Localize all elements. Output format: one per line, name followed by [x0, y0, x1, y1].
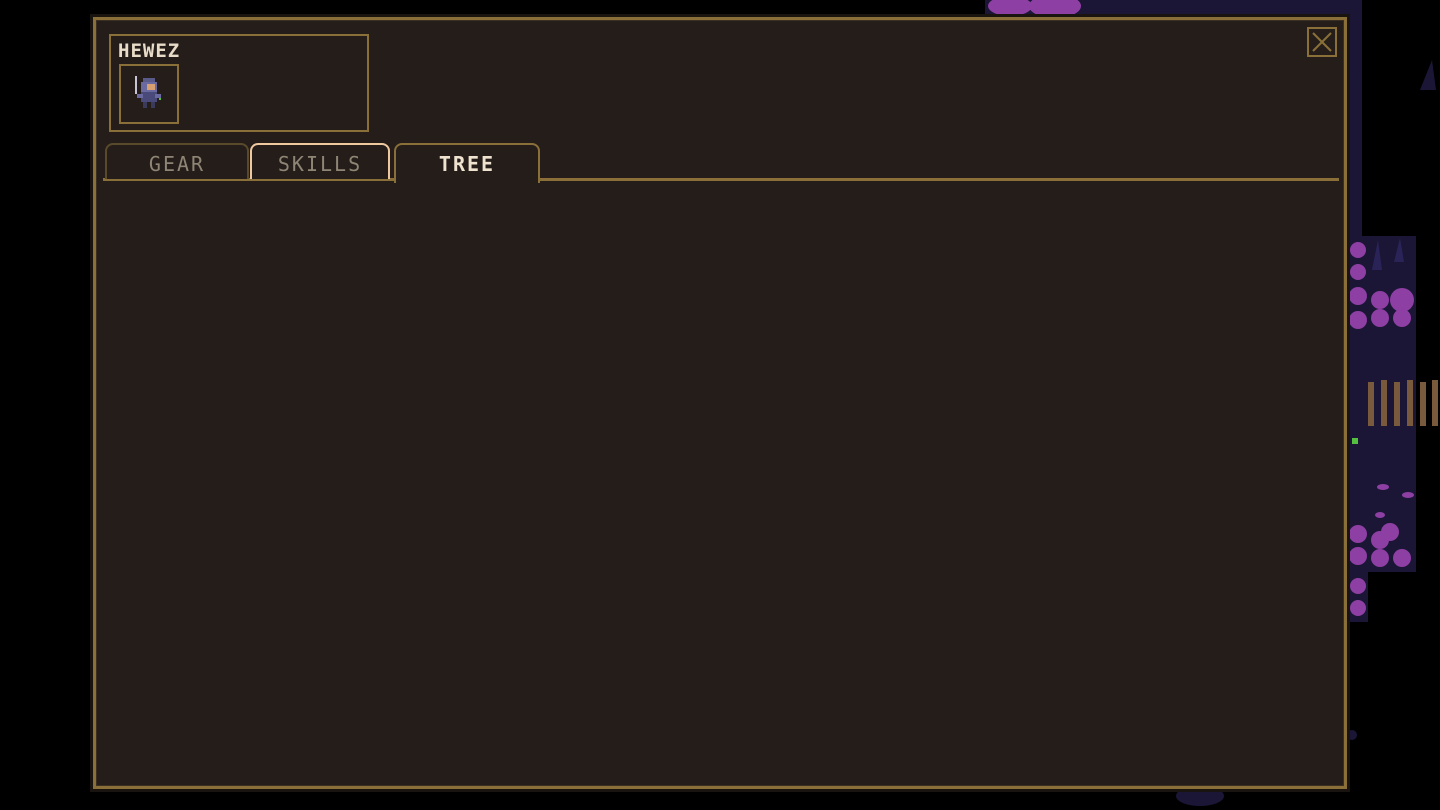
close-button[interactable]	[1307, 27, 1337, 57]
tab-skills[interactable]: SKILLS	[250, 143, 390, 179]
character-card: HEWEZ	[109, 34, 369, 132]
game-screen: HEWEZ GEAR SKILLS TREE	[0, 0, 1440, 810]
tree-content-area	[103, 185, 1339, 775]
character-name: HEWEZ	[118, 40, 181, 62]
panel-tabs: GEAR SKILLS TREE	[103, 143, 1339, 184]
character-panel: HEWEZ GEAR SKILLS TREE	[90, 14, 1350, 792]
character-portrait[interactable]	[119, 64, 179, 124]
character-sprite-icon	[135, 76, 161, 108]
tab-gear[interactable]: GEAR	[105, 143, 249, 179]
close-x-icon	[1312, 32, 1332, 52]
tab-tree[interactable]: TREE	[394, 143, 540, 184]
